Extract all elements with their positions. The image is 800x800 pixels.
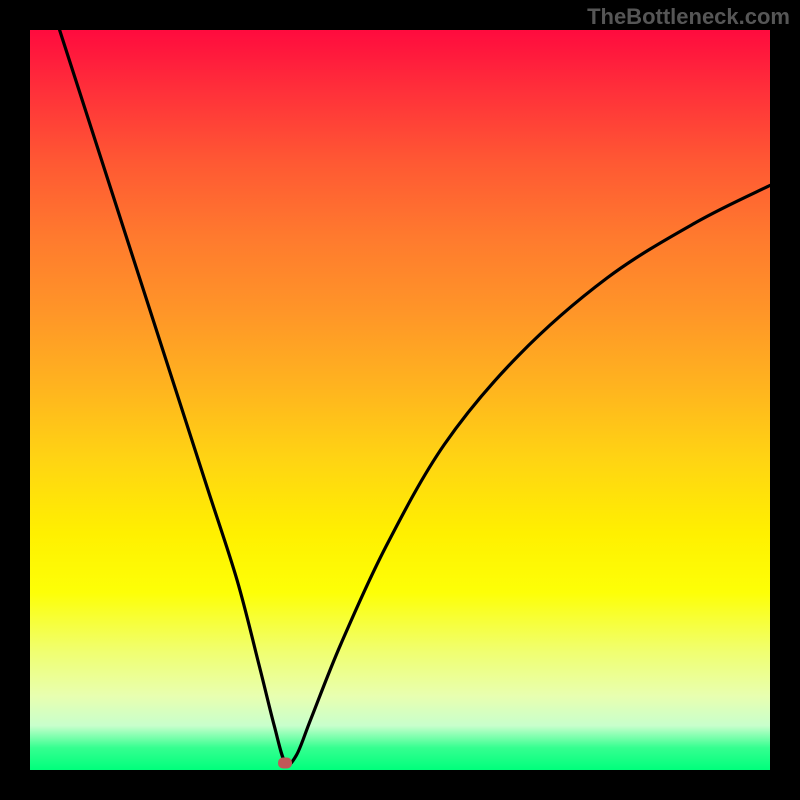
curve-svg: [30, 30, 770, 770]
optimal-point-marker: [278, 757, 292, 768]
attribution-text: TheBottleneck.com: [587, 4, 790, 30]
chart-frame: TheBottleneck.com: [0, 0, 800, 800]
plot-area: [30, 30, 770, 770]
bottleneck-curve: [60, 30, 770, 765]
